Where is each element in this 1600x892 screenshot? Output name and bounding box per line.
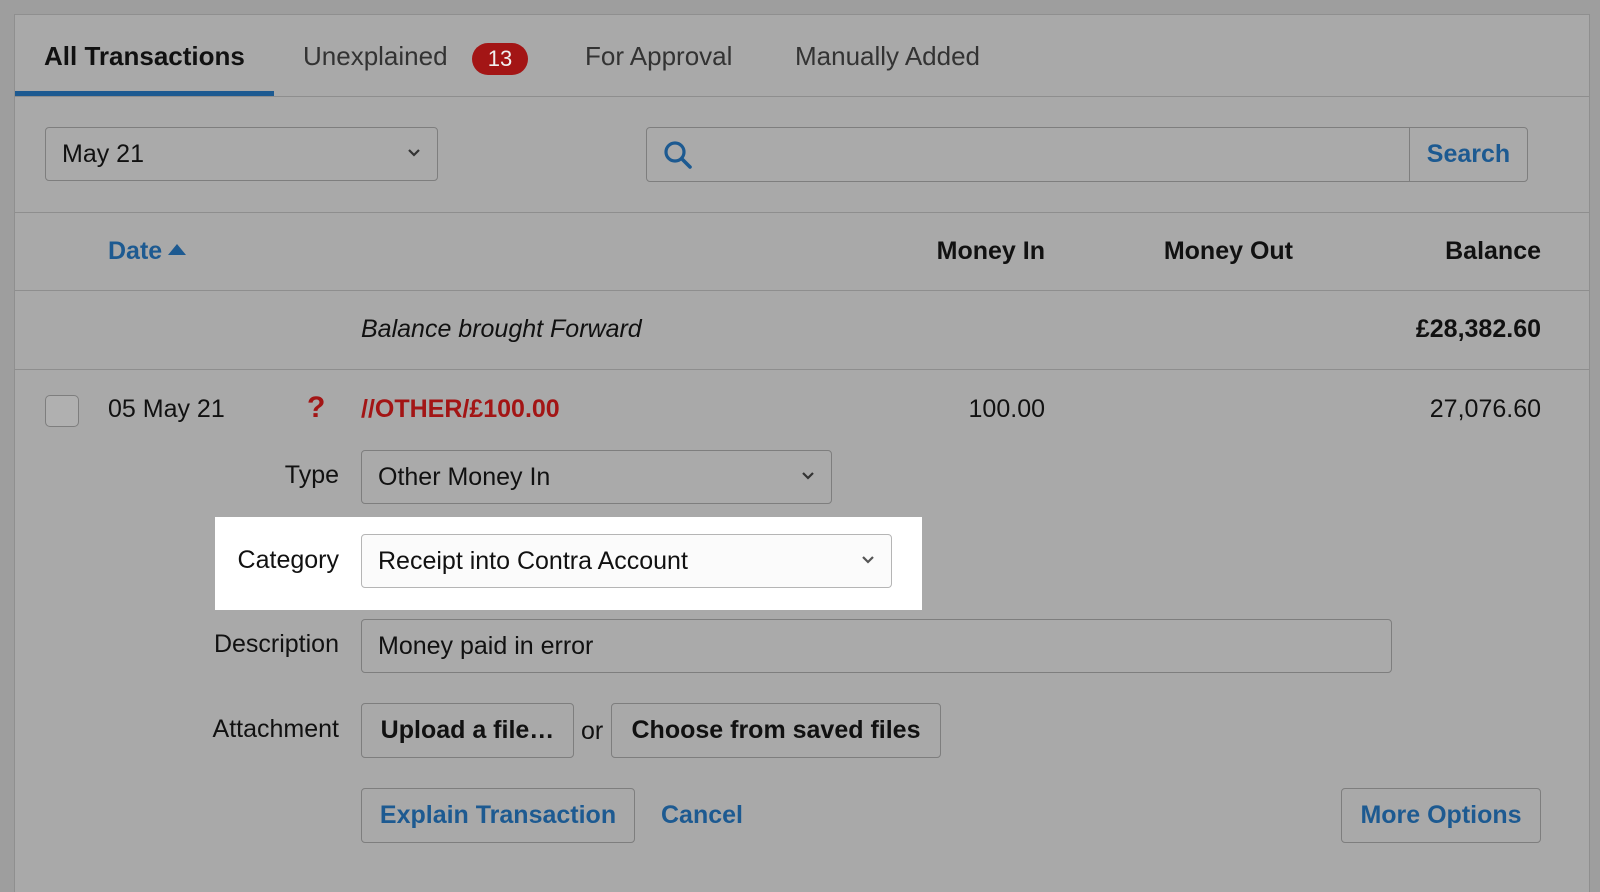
or-text: or [581,717,604,745]
description-label: Description [213,630,339,658]
divider [15,212,1589,213]
unexplained-count-badge: 13 [472,43,528,75]
column-header-date[interactable]: Date [108,237,187,266]
search-button[interactable]: Search [1409,128,1527,181]
chevron-down-icon [802,472,814,480]
column-header-money-out: Money Out [1163,237,1293,265]
divider [15,290,1589,291]
transaction-date: 05 May 21 [108,395,225,423]
balance-brought-forward-label: Balance brought Forward [361,315,642,343]
type-select-value: Other Money In [378,463,551,491]
column-header-money-in: Money In [936,237,1045,265]
search-box: Search [646,127,1528,182]
chevron-down-icon [862,556,874,564]
tab-all-transactions[interactable]: All Transactions [44,41,245,72]
category-select-value: Receipt into Contra Account [378,547,688,575]
attachment-label: Attachment [212,715,339,743]
search-input[interactable] [647,128,1411,181]
tab-for-approval[interactable]: For Approval [585,41,732,72]
transaction-money-in: 100.00 [968,395,1045,423]
transaction-balance: 27,076.60 [1429,395,1541,423]
cancel-link[interactable]: Cancel [661,801,743,830]
balance-brought-forward-amount: £28,382.60 [1415,315,1541,343]
column-header-date-label: Date [108,237,163,265]
category-label: Category [237,546,339,574]
explain-transaction-button[interactable]: Explain Transaction [361,788,635,843]
active-tab-indicator [15,91,274,96]
chevron-down-icon [408,149,420,157]
period-select-value: May 21 [62,140,144,168]
tab-manually-added[interactable]: Manually Added [795,41,980,72]
type-label: Type [284,461,339,489]
category-select[interactable]: Receipt into Contra Account [361,534,892,588]
divider [15,369,1589,370]
column-header-balance: Balance [1445,237,1541,265]
tab-bar: All Transactions Unexplained 13 For Appr… [15,15,1589,97]
choose-saved-files-button[interactable]: Choose from saved files [611,703,941,758]
transactions-panel: All Transactions Unexplained 13 For Appr… [14,14,1590,892]
unexplained-question-icon: ? [307,391,326,424]
tab-unexplained[interactable]: Unexplained [303,41,448,72]
transaction-description: //OTHER/£100.00 [361,395,560,423]
description-field[interactable]: Money paid in error [361,619,1392,673]
upload-file-button[interactable]: Upload a file… [361,703,574,758]
more-options-button[interactable]: More Options [1341,788,1541,843]
type-select[interactable]: Other Money In [361,450,832,504]
period-select[interactable]: May 21 [45,127,438,181]
transaction-checkbox[interactable] [45,395,79,427]
sort-ascending-icon [168,244,187,255]
